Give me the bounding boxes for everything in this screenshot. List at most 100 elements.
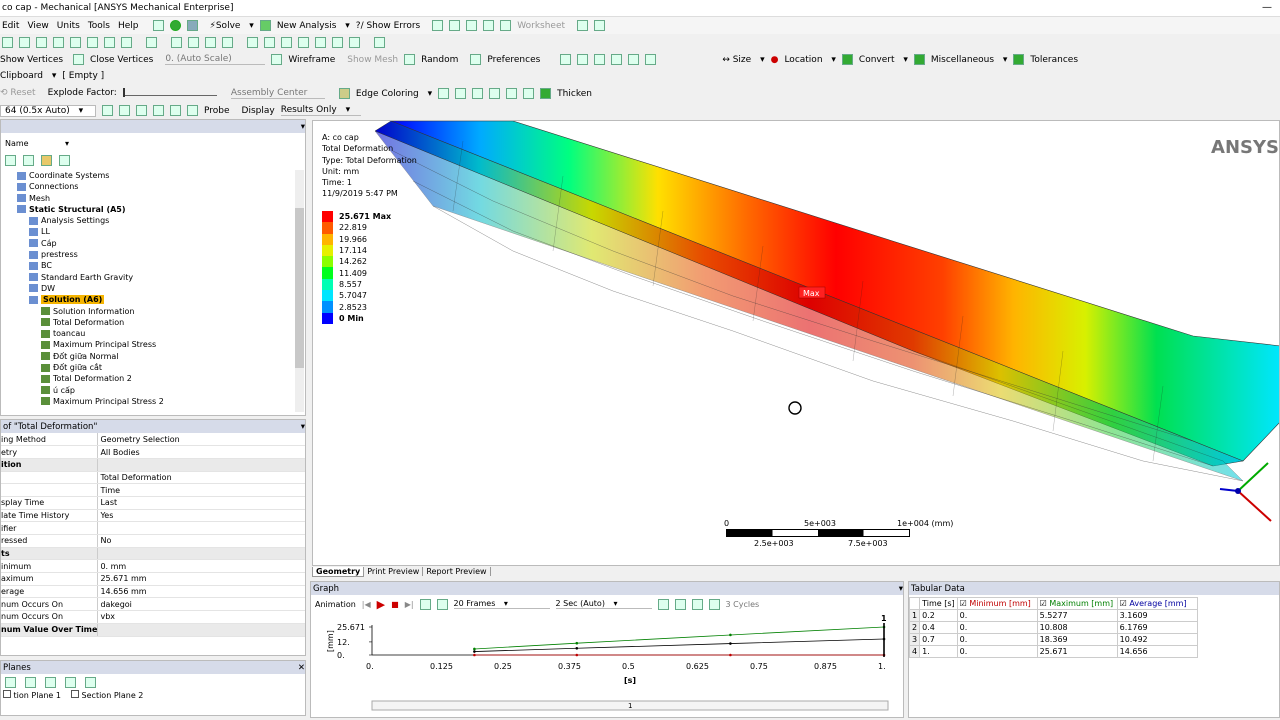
data-point[interactable] [473,647,476,651]
tree-item[interactable]: Static Structural (A5) [1,204,305,215]
tree-item[interactable]: Standard Earth Gravity [1,272,305,283]
table-row[interactable]: 2 0.4 0. 10.808 6.1769 [908,621,1198,634]
face-icon[interactable] [70,37,81,48]
edge-tool-icon-2[interactable] [455,87,467,99]
legend-icon[interactable] [119,105,130,116]
menu-help[interactable]: Help [118,21,139,31]
link-icon[interactable] [594,20,606,31]
minimize-button[interactable]: — [1262,0,1272,16]
tree-item[interactable]: Solution (A6) [1,294,305,305]
tab-print-preview[interactable]: Print Preview [364,567,424,576]
table-row[interactable]: 1 0.2 0. 5.5277 3.1609 [908,609,1198,622]
details-row[interactable]: ition [1,458,305,472]
details-value[interactable]: 14.656 mm [97,585,305,599]
data-point[interactable] [473,653,476,657]
legend-entry[interactable]: 25.671 Max [322,211,391,223]
data-point[interactable] [729,633,732,637]
grid-icon[interactable] [691,598,703,610]
pan-icon[interactable] [2,37,13,48]
close-vertices-button[interactable]: Close Vertices [73,54,159,65]
help-cursor-icon[interactable] [577,20,589,31]
pin-icon[interactable] [523,87,535,99]
legend-entry[interactable]: 5.7047 [322,290,391,302]
plane-show-icon[interactable] [5,677,16,688]
assembly-center-select[interactable]: Assembly Center [230,88,325,99]
menu-view[interactable]: View [27,21,48,31]
element-icon[interactable] [121,37,132,48]
show-mesh-button[interactable]: Show Mesh [347,55,398,65]
tool-icon-2[interactable] [449,20,461,31]
edge-tool-icon-5[interactable] [506,87,518,99]
legend-entry[interactable]: 11.409 [322,267,391,279]
explode-slider-handle[interactable] [122,88,125,97]
data-point[interactable] [575,646,579,650]
sort-icon[interactable] [59,155,70,166]
details-row[interactable]: ing Method Geometry Selection [1,433,305,447]
menu-tools[interactable]: Tools [88,21,110,31]
tree-item[interactable]: Đốt giữa cắt [1,362,305,373]
tree-item[interactable]: Maximum Principal Stress 2 [1,396,305,407]
move-icon[interactable] [188,37,199,48]
tree-item[interactable]: LL [1,226,305,237]
details-value[interactable]: vbx [97,610,305,624]
wireframe-button[interactable]: Wireframe [271,54,341,65]
next-frame-icon[interactable]: ▶| [405,600,414,609]
annotation-icon-1[interactable] [560,54,572,65]
edge-coloring-button[interactable]: Edge Coloring ▾ [338,87,432,99]
graphics-viewport[interactable]: Max A: co cap Total Deformation Type: To… [312,120,1280,566]
outline-name-column[interactable]: Name [5,139,65,151]
previous-frame-icon[interactable]: |◀ [362,600,371,609]
details-value[interactable]: No [97,534,305,548]
tree-item[interactable]: Total Deformation [1,317,305,328]
section-plane-2[interactable]: Section Plane 2 [71,690,143,700]
tree-item[interactable]: DW [1,283,305,294]
auto-scale-select[interactable]: 0. (Auto Scale) [165,54,266,65]
details-value[interactable]: Yes [97,509,305,523]
vertex-icon[interactable] [36,37,47,48]
viewport-icon[interactable] [374,37,385,48]
select-mode-icon[interactable] [19,37,30,48]
play-icon[interactable]: ▶ [377,598,385,611]
collapse-all-icon[interactable] [23,155,34,166]
outline-pin-icon[interactable]: ▾ [301,122,305,132]
legend-entry[interactable]: 17.114 [322,244,391,257]
tree-item[interactable]: Maximum Principal Stress [1,339,305,350]
select-icon[interactable] [152,20,164,31]
tab-report-preview[interactable]: Report Preview [423,567,491,576]
location-button[interactable]: ● Location ▾ [771,55,836,65]
tool-icon-3[interactable] [466,20,478,31]
outline-scroll-thumb[interactable] [295,208,304,368]
data-point[interactable] [729,653,732,657]
legend-entry[interactable]: 0 Min [322,312,391,324]
rotate-icon[interactable] [171,37,182,48]
data-point[interactable] [473,650,476,653]
plane-edit-icon[interactable] [45,677,56,688]
results-only-select[interactable]: Results Only ▾ [280,105,361,116]
details-row[interactable]: erage 14.656 mm [1,585,305,599]
time-history-chart[interactable]: 0. 0.125 0.25 0.375 0.5 0.625 0.75 0.875 1. 25.67… [311,615,903,719]
details-value[interactable] [97,623,305,637]
miscellaneous-button[interactable]: Miscellaneous ▾ [913,54,1007,65]
magnifier-icon[interactable] [281,37,292,48]
random-button[interactable]: Random [404,54,464,65]
tool-icon-4[interactable] [483,20,495,31]
explode-slider[interactable] [122,88,217,97]
tabular-column-header[interactable]: ☑ Average [mm] [1116,597,1198,610]
zoom-out-icon[interactable] [222,37,233,48]
tabular-column-header[interactable]: ☑ Maximum [mm] [1036,597,1118,610]
reset-button[interactable]: ⟲ Reset [0,88,42,98]
data-point[interactable] [575,641,579,645]
worksheet-button[interactable]: Worksheet [517,21,571,31]
tab-geometry[interactable]: Geometry [312,566,365,577]
series-checkbox[interactable]: ☑ [960,599,970,608]
tree-item[interactable]: Cáp [1,238,305,249]
details-row[interactable]: Total Deformation [1,471,305,485]
solve-button[interactable]: ⚡Solve ▾ [210,21,254,31]
annotation-icon-6[interactable] [645,54,657,65]
annotation-icon-3[interactable] [594,54,606,65]
details-value[interactable]: Time [97,483,305,497]
show-errors-button[interactable]: ?/ Show Errors [356,21,426,31]
name-column-dropdown-icon[interactable]: ▾ [65,139,69,151]
zoom-to-fit-icon[interactable] [674,598,686,610]
details-value[interactable] [97,521,305,535]
